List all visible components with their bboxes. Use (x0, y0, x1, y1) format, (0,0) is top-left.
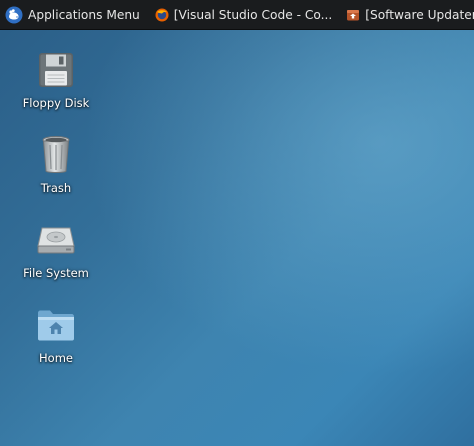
desktop-icon-label: File System (23, 266, 89, 280)
desktop-icon-label: Home (39, 351, 73, 365)
hard-drive-icon (34, 218, 78, 262)
home-folder-icon (34, 303, 78, 347)
desktop-icon-home[interactable]: Home (14, 303, 98, 365)
xfce-mouse-icon (5, 6, 23, 24)
software-updater-icon (346, 8, 360, 22)
desktop-icon-floppy-disk[interactable]: Floppy Disk (14, 48, 98, 110)
taskbar-button-software-updater[interactable]: [Software Updater] (341, 0, 474, 29)
top-panel: Applications Menu [Visual Studio Code - … (0, 0, 474, 30)
desktop-icon-label: Floppy Disk (22, 96, 90, 110)
desktop-icon-label: Trash (40, 181, 72, 195)
desktop[interactable]: Applications Menu [Visual Studio Code - … (0, 0, 474, 446)
taskbar-label-vscode: [Visual Studio Code - Co... (173, 7, 333, 22)
firefox-icon (155, 8, 169, 22)
applications-menu-label: Applications Menu (28, 7, 140, 22)
taskbar-button-vscode[interactable]: [Visual Studio Code - Co... (150, 0, 337, 29)
desktop-icon-trash[interactable]: Trash (14, 133, 98, 195)
taskbar-label-software-updater: [Software Updater] (365, 7, 474, 22)
desktop-icon-file-system[interactable]: File System (14, 218, 98, 280)
trash-icon (34, 133, 78, 177)
applications-menu-button[interactable]: Applications Menu (0, 0, 146, 29)
floppy-disk-icon (34, 48, 78, 92)
